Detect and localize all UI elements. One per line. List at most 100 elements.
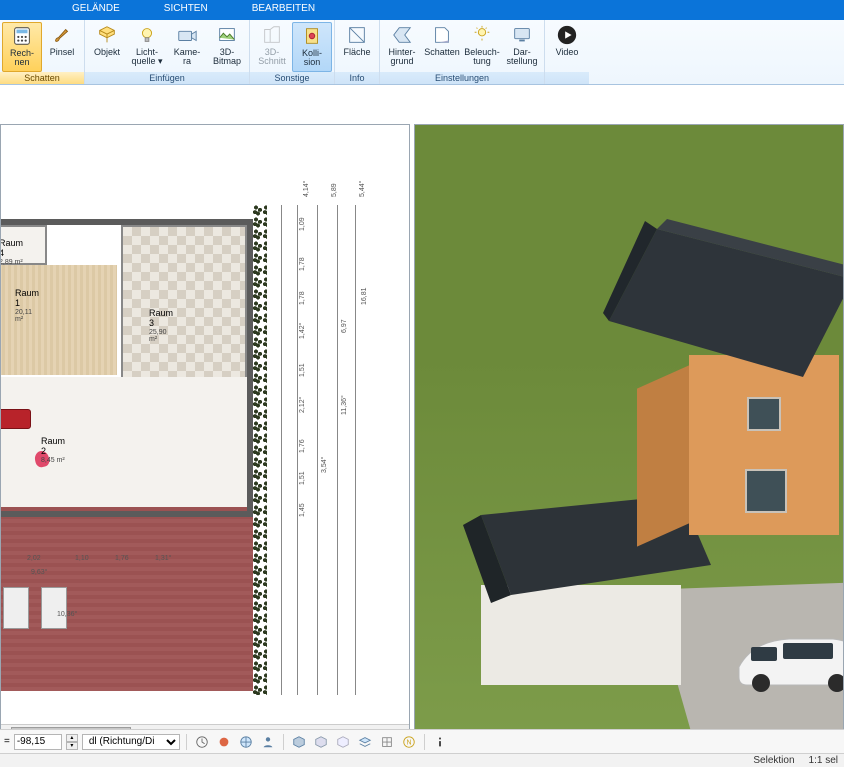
video-label: Video	[556, 48, 579, 57]
room4-label: Raum 42,89 m²	[0, 239, 23, 266]
group-label-einstellungen: Einstellungen	[380, 72, 544, 84]
hedge	[253, 205, 267, 695]
kollision-button[interactable]: Kolli- sion	[292, 22, 332, 72]
hintergrund-button[interactable]: Hinter- grund	[382, 22, 422, 72]
dim-col-8: 1,45	[299, 503, 306, 517]
svg-text:N: N	[406, 739, 411, 746]
step-up-icon[interactable]: ▴	[66, 734, 78, 742]
group-label-schatten: Schatten	[0, 72, 84, 84]
dim-d2: 5,89	[331, 183, 338, 197]
globe-icon[interactable]	[237, 733, 255, 751]
ribbon-group-schatten: Rech- nen Pinsel Schatten	[0, 20, 85, 84]
group-label-einfuegen: Einfügen	[85, 72, 249, 84]
ribbon-group-einstellungen: Hinter- grund Schatten Beleuch- tung Dar…	[380, 20, 545, 84]
dim-col-5: 2,12°	[299, 397, 306, 413]
status-selection: Selektion	[753, 755, 794, 766]
equals-label: =	[4, 736, 10, 747]
value-input[interactable]	[14, 734, 62, 750]
beleuchtung-label: Beleuch- tung	[464, 48, 500, 67]
grid-icon[interactable]	[378, 733, 396, 751]
window-upper	[747, 397, 781, 431]
dim-col-7: 1,51	[299, 471, 306, 485]
bitmap-button[interactable]: 3D- Bitmap	[207, 22, 247, 72]
dim-r3: 11,36°	[341, 395, 348, 415]
beleuchtung-button[interactable]: Beleuch- tung	[462, 22, 502, 72]
ribbon-group-info: Fläche Info	[335, 20, 380, 84]
menu-tabstrip: GELÄNDE SICHTEN BEARBEITEN	[0, 0, 844, 20]
dim-col-0: 1,09	[299, 217, 306, 231]
rechnen-button[interactable]: Rech- nen	[2, 22, 42, 72]
rechnen-icon	[10, 24, 34, 48]
room2-label: Raum 28,45 m²	[41, 437, 65, 464]
objekt-button[interactable]: Objekt	[87, 22, 127, 72]
objekt-label: Objekt	[94, 48, 120, 57]
ribbon-group-video: Video	[545, 20, 589, 84]
pinsel-button[interactable]: Pinsel	[42, 22, 82, 72]
darstellung-button[interactable]: Dar- stellung	[502, 22, 542, 72]
video-button[interactable]: Video	[547, 22, 587, 72]
kollision-label: Kolli- sion	[302, 49, 322, 68]
display-icon	[510, 23, 534, 47]
background-icon	[390, 23, 414, 47]
cube2-icon[interactable]	[312, 733, 330, 751]
sofa	[0, 409, 31, 429]
room3-label: Raum 325,90 m²	[149, 309, 173, 344]
dim-line-4	[337, 205, 338, 695]
schnitt-button[interactable]: 3D- Schnitt	[252, 22, 292, 72]
lichtquelle-button[interactable]: Licht- quelle ▾	[127, 22, 167, 72]
dim-col-4: 1,51	[299, 363, 306, 377]
schatten2-label: Schatten	[424, 48, 460, 57]
car-3d	[733, 627, 844, 695]
group-label-video	[545, 72, 589, 84]
pinsel-label: Pinsel	[50, 48, 75, 57]
bitmap-label: 3D- Bitmap	[213, 48, 241, 67]
kamera-button[interactable]: Kame- ra	[167, 22, 207, 72]
direction-select[interactable]: dl (Richtung/Di	[82, 734, 180, 750]
object-icon	[95, 23, 119, 47]
north-icon[interactable]: N	[400, 733, 418, 751]
house-side-wall	[637, 365, 689, 546]
cube-icon[interactable]	[290, 733, 308, 751]
tab-gelaende[interactable]: GELÄNDE	[50, 0, 142, 20]
status-ratio: 1:1 sel	[809, 755, 838, 766]
house-roof	[603, 209, 844, 379]
floorplan-view[interactable]: Raum 42,89 m² Raum 120,11 m² Raum 325,90…	[0, 124, 410, 739]
brush-icon	[50, 23, 74, 47]
dim-line-5	[355, 205, 356, 695]
section-icon	[260, 23, 284, 47]
record-icon[interactable]	[215, 733, 233, 751]
value-stepper[interactable]: ▴▾	[66, 734, 78, 750]
camera-icon	[175, 23, 199, 47]
rechnen-label: Rech- nen	[10, 49, 34, 68]
dim-line-2	[297, 205, 298, 695]
room-3	[121, 225, 247, 399]
dim-d1: 4,14°	[303, 181, 310, 197]
lightbulb-icon	[135, 23, 159, 47]
dim-r1: 16,81	[361, 287, 368, 305]
dim-col-2: 1,78	[299, 291, 306, 305]
history-icon[interactable]	[193, 733, 211, 751]
schnitt-label: 3D- Schnitt	[258, 48, 286, 67]
group-label-info: Info	[335, 72, 379, 84]
room1-label: Raum 120,11 m²	[15, 289, 39, 324]
dim-line-3	[317, 205, 318, 695]
content-area: Raum 42,89 m² Raum 120,11 m² Raum 325,90…	[0, 124, 844, 739]
dim-col-3: 1,42°	[299, 323, 306, 339]
3d-view[interactable]	[414, 124, 844, 739]
layers-icon[interactable]	[356, 733, 374, 751]
car-2	[41, 587, 67, 629]
dim-col-1: 1,78	[299, 257, 306, 271]
flaeche-button[interactable]: Fläche	[337, 22, 377, 72]
person-icon[interactable]	[259, 733, 277, 751]
info-icon[interactable]	[431, 733, 449, 751]
step-down-icon[interactable]: ▾	[66, 742, 78, 750]
schatten2-button[interactable]: Schatten	[422, 22, 462, 72]
dim-d3: 5,44°	[359, 181, 366, 197]
dim-bottom-row: 1,76 2,02 1,10 1,76 1,31°	[0, 555, 247, 569]
flaeche-label: Fläche	[343, 48, 370, 57]
play-icon	[555, 23, 579, 47]
tab-sichten[interactable]: SICHTEN	[142, 0, 230, 20]
group-label-sonstige: Sonstige	[250, 72, 334, 84]
tab-bearbeiten[interactable]: BEARBEITEN	[230, 0, 337, 20]
cube3-icon[interactable]	[334, 733, 352, 751]
